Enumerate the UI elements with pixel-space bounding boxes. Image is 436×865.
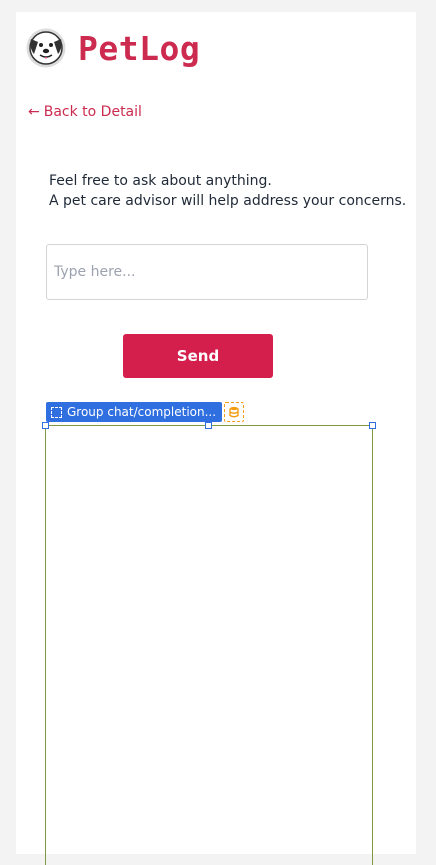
group-selection-tag[interactable]: Group chat/completion... (46, 402, 222, 422)
back-link-label: Back to Detail (43, 104, 142, 120)
resize-handle-top-right[interactable] (369, 422, 376, 429)
question-input[interactable] (46, 244, 368, 300)
intro-line-2: A pet care advisor will help address you… (49, 193, 407, 209)
database-glyph (229, 406, 239, 418)
intro-line-1: Feel free to ask about anything. (49, 173, 272, 189)
dog-face-icon (26, 28, 66, 68)
resize-handle-top-left[interactable] (42, 422, 49, 429)
page-container: PetLog ← Back to Detail Feel free to ask … (16, 12, 416, 865)
resize-handle-top-center[interactable] (205, 422, 212, 429)
group-select-icon (51, 406, 62, 418)
group-tag-label: Group chat/completion... (67, 405, 217, 419)
brand-logo[interactable]: PetLog (26, 28, 200, 68)
back-to-detail-link[interactable]: ← Back to Detail (28, 104, 142, 120)
send-button[interactable]: Send (123, 334, 273, 378)
chat-completion-group-frame[interactable] (45, 425, 373, 865)
arrow-left-icon: ← (28, 104, 40, 120)
intro-text: Feel free to ask about anything. A pet c… (49, 171, 406, 211)
brand-name: PetLog (78, 28, 201, 68)
database-icon[interactable] (224, 402, 244, 422)
